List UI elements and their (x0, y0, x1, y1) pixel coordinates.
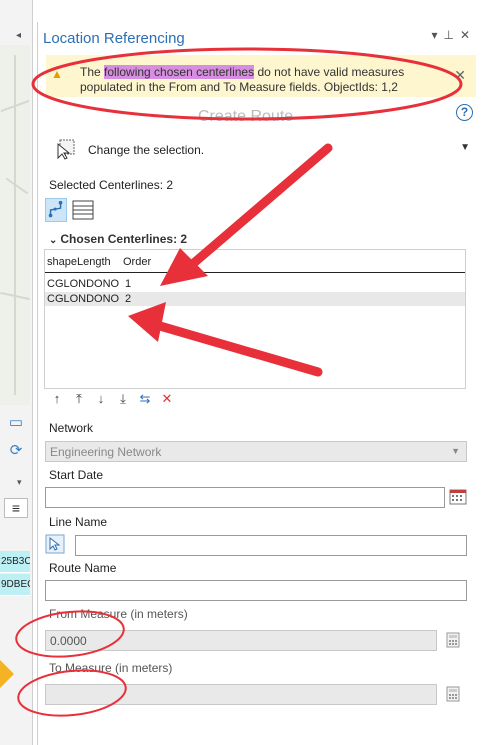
chosen-centerlines-header[interactable]: ⌄ Chosen Centerlines: 2 (49, 232, 187, 246)
location-referencing-pane: Location Referencing ▾⊥✕ ▲ The following… (37, 22, 483, 745)
table-grid-icon (72, 200, 94, 220)
calculator-icon[interactable] (446, 632, 460, 648)
reverse-order-icon[interactable]: ⇆ (137, 391, 153, 407)
line-name-field[interactable] (75, 535, 467, 556)
table-icon[interactable]: ▭ (5, 413, 27, 431)
route-icon (48, 200, 63, 218)
help-icon[interactable]: ? (456, 104, 473, 121)
line-name-label: Line Name (49, 515, 108, 529)
map-preview (0, 45, 30, 405)
left-side-strip: ◂ ▭ ⟳ ▾ ≡ 25B3C 9DBEC (0, 0, 33, 745)
move-to-bottom-icon[interactable]: ⤓ (115, 391, 131, 407)
dropdown-caret-icon[interactable]: ▾ (17, 477, 22, 488)
orange-arrow-marker (0, 660, 14, 688)
warning-banner: ▲ The following chosen centerlines do no… (46, 55, 476, 97)
start-date-field[interactable] (45, 487, 445, 508)
options-caret-icon[interactable]: ▾ (431, 28, 443, 42)
chevron-down-icon: ▼ (460, 142, 470, 153)
move-down-icon[interactable]: ↓ (93, 391, 109, 406)
change-selection-dropdown[interactable]: Change the selection. ▼ (50, 136, 470, 164)
change-selection-label: Change the selection. (88, 143, 205, 157)
table-row[interactable]: CGLONDONO 1 (45, 277, 465, 291)
to-measure-label: To Measure (in meters) (49, 661, 173, 675)
collapse-caret-icon[interactable]: ◂ (16, 30, 21, 41)
column-header-order[interactable]: Order (123, 256, 151, 268)
menu-icon[interactable]: ≡ (4, 498, 28, 518)
warning-highlight: following chosen centerlines (104, 65, 255, 79)
warning-message: The following chosen centerlines do not … (80, 65, 405, 94)
start-date-label: Start Date (49, 468, 104, 482)
attribute-row-2[interactable]: 9DBEC (0, 574, 30, 596)
route-view-button[interactable] (45, 198, 67, 222)
to-measure-field[interactable] (45, 684, 437, 705)
pane-titlebar: Location Referencing ▾⊥✕ (38, 22, 483, 52)
selected-centerlines-count: Selected Centerlines: 2 (49, 178, 174, 192)
from-measure-label: From Measure (in meters) (49, 607, 188, 621)
table-row[interactable]: CGLONDONO 2 (45, 292, 465, 306)
remove-icon[interactable]: ✕ (159, 391, 175, 407)
attribute-row-1[interactable]: 25B3C (0, 551, 30, 573)
close-pane-icon[interactable]: ✕ (460, 28, 476, 42)
dismiss-warning-button[interactable]: ✕ (454, 67, 466, 84)
calculator-icon[interactable] (446, 686, 460, 702)
warning-icon: ▲ (51, 67, 63, 81)
table-header: shapeLength Order (45, 250, 465, 273)
pane-subtitle: Create Route (198, 108, 294, 125)
calendar-icon[interactable] (449, 489, 467, 505)
route-name-field[interactable] (45, 580, 467, 601)
pick-line-icon[interactable] (45, 534, 65, 554)
table-view-button[interactable] (72, 198, 94, 222)
route-name-label: Route Name (49, 561, 117, 575)
refresh-icon[interactable]: ⟳ (5, 441, 27, 459)
network-select[interactable]: Engineering Network ▼ (45, 441, 467, 462)
chevron-down-icon: ⌄ (49, 235, 58, 246)
move-up-icon[interactable]: ↑ (49, 391, 65, 406)
centerlines-table: shapeLength Order CGLONDONO 1 CGLONDONO … (44, 249, 466, 389)
pin-icon[interactable]: ⊥ (443, 28, 459, 42)
select-features-icon (57, 139, 75, 160)
column-header-shapelength[interactable]: shapeLength (47, 256, 111, 268)
chevron-down-icon: ▼ (451, 446, 460, 456)
chosen-centerlines-label: Chosen Centerlines: 2 (60, 232, 188, 246)
pane-window-controls[interactable]: ▾⊥✕ (431, 28, 476, 42)
move-to-top-icon[interactable]: ⤒ (71, 391, 87, 407)
pane-title: Location Referencing (43, 30, 185, 47)
from-measure-field[interactable]: 0.0000 (45, 630, 437, 651)
network-label: Network (49, 421, 94, 435)
